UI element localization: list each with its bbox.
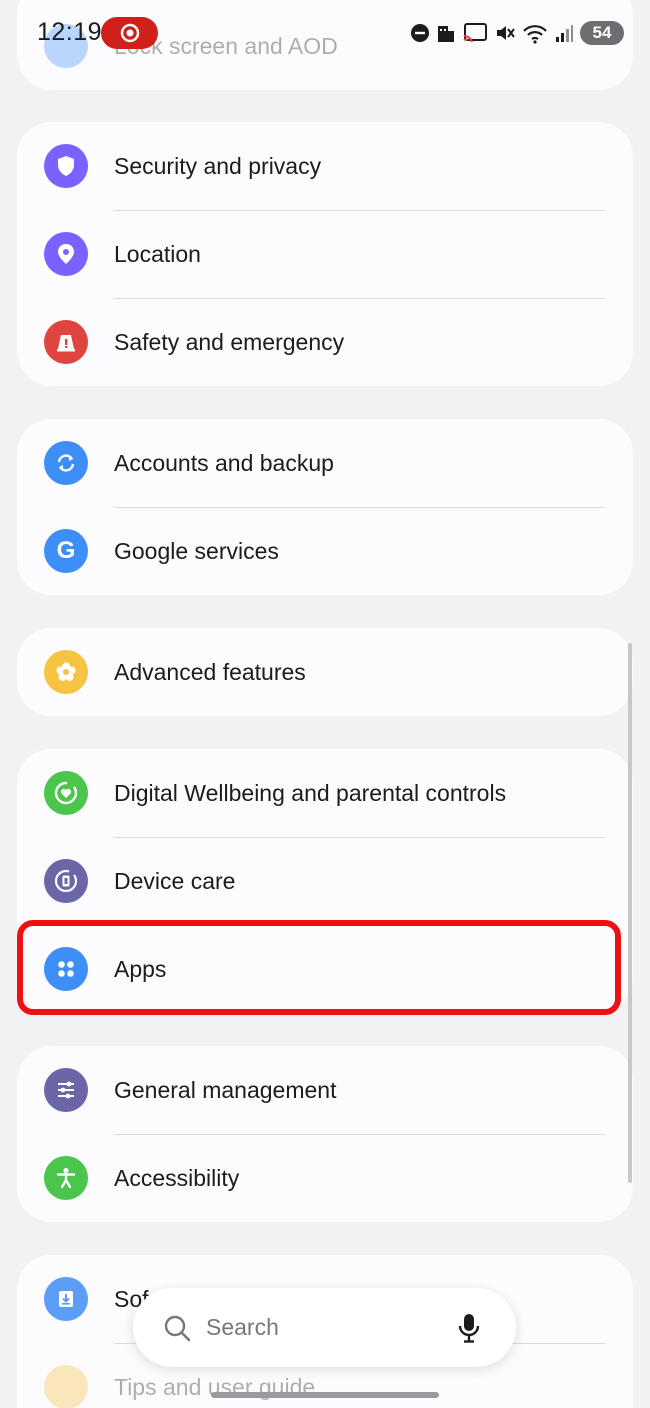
software-update-icon xyxy=(44,1277,88,1321)
home-indicator[interactable] xyxy=(211,1392,439,1398)
battery-indicator: 54 xyxy=(580,21,624,45)
apps-highlight-box xyxy=(17,920,621,1015)
settings-screen: Lock screen and AOD 12:19 54 Security an… xyxy=(0,0,650,1408)
warning-icon xyxy=(44,320,88,364)
search-icon xyxy=(163,1314,191,1347)
settings-item-safety-and-emergency[interactable]: Safety and emergency xyxy=(17,298,633,386)
google-g-icon: G xyxy=(44,529,88,573)
mute-icon xyxy=(494,22,516,44)
card-security-group: Security and privacy Location Safety and… xyxy=(17,122,633,386)
sliders-icon xyxy=(44,1068,88,1112)
settings-item-device-care[interactable]: Device care xyxy=(17,837,633,925)
settings-item-label: Google services xyxy=(114,538,279,564)
settings-item-label: Digital Wellbeing and parental controls xyxy=(114,780,507,806)
card-accounts-group: Accounts and backup G Google services xyxy=(17,419,633,595)
settings-item-general-management[interactable]: General management xyxy=(17,1046,633,1134)
dnd-icon xyxy=(410,23,430,43)
cast-icon xyxy=(462,22,488,44)
tips-icon xyxy=(44,1365,88,1408)
settings-item-label: Accessibility xyxy=(114,1165,240,1191)
settings-item-label: Accounts and backup xyxy=(114,450,334,476)
flower-gear-icon xyxy=(44,650,88,694)
app-notification-icon xyxy=(436,22,456,44)
settings-item-label: Location xyxy=(114,241,201,267)
settings-item-label: Security and privacy xyxy=(114,153,322,179)
location-pin-icon xyxy=(44,232,88,276)
signal-icon xyxy=(554,23,574,43)
sync-icon xyxy=(44,441,88,485)
accessibility-icon xyxy=(44,1156,88,1200)
status-time: 12:19 xyxy=(37,18,103,46)
settings-item-google-services[interactable]: G Google services xyxy=(17,507,633,595)
scrollbar[interactable] xyxy=(628,643,632,1183)
settings-item-label: Safety and emergency xyxy=(114,329,345,355)
card-advanced-group: Advanced features xyxy=(17,628,633,716)
settings-item-accounts-and-backup[interactable]: Accounts and backup xyxy=(17,419,633,507)
settings-item-label: Advanced features xyxy=(114,659,306,685)
screen-recording-icon[interactable] xyxy=(101,17,158,49)
settings-item-label: General management xyxy=(114,1077,337,1103)
settings-item-location[interactable]: Location xyxy=(17,210,633,298)
settings-item-accessibility[interactable]: Accessibility xyxy=(17,1134,633,1222)
wifi-icon xyxy=(522,22,548,44)
settings-item-label: Device care xyxy=(114,868,236,894)
settings-item-security-and-privacy[interactable]: Security and privacy xyxy=(17,122,633,210)
settings-item-advanced-features[interactable]: Advanced features xyxy=(17,628,633,716)
device-care-icon xyxy=(44,859,88,903)
shield-icon xyxy=(44,144,88,188)
card-general-group: General management Accessibility xyxy=(17,1046,633,1222)
status-bar: 12:19 54 xyxy=(0,0,650,64)
status-icons: 54 xyxy=(410,19,624,47)
search-placeholder: Search xyxy=(206,1314,279,1340)
microphone-icon[interactable] xyxy=(458,1312,480,1349)
search-bar[interactable]: Search xyxy=(133,1288,516,1367)
heart-ring-icon xyxy=(44,771,88,815)
settings-item-digital-wellbeing[interactable]: Digital Wellbeing and parental controls xyxy=(17,749,633,837)
